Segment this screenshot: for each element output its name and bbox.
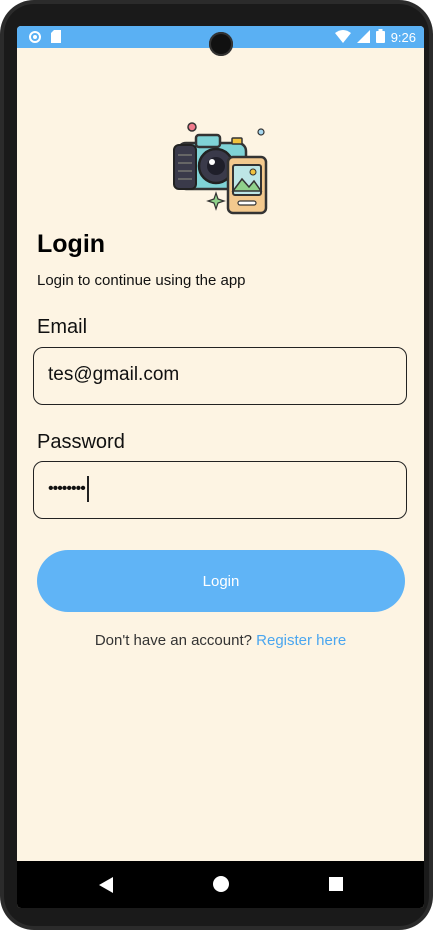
password-value-wrap: ••••••••	[48, 476, 89, 502]
login-button[interactable]: Login	[37, 550, 405, 612]
navigation-bar	[17, 861, 424, 908]
front-camera	[209, 32, 233, 56]
camera-phone-illustration	[172, 119, 272, 215]
register-link[interactable]: Register here	[256, 632, 346, 649]
password-label: Password	[37, 431, 125, 453]
phone-bezel: 9:26 Login Login to continue using the a…	[4, 4, 429, 926]
page-title: Login	[37, 230, 106, 258]
page-subtitle: Login to continue using the app	[37, 272, 246, 289]
email-field[interactable]: tes@gmail.com	[33, 347, 407, 405]
home-icon[interactable]	[213, 876, 229, 892]
email-value: tes@gmail.com	[48, 364, 180, 385]
recents-icon[interactable]	[329, 877, 343, 891]
email-label: Email	[37, 316, 88, 338]
signal-icon	[356, 29, 370, 46]
app-screen: 9:26 Login Login to continue using the a…	[17, 26, 424, 908]
wifi-icon	[334, 29, 351, 46]
password-field[interactable]: ••••••••	[33, 461, 407, 519]
text-cursor	[86, 476, 89, 502]
battery-icon	[375, 29, 385, 46]
settings-dot-icon	[29, 30, 41, 48]
register-prompt-text: Don't have an account?	[94, 632, 252, 649]
back-icon[interactable]	[99, 877, 113, 893]
phone-frame: 9:26 Login Login to continue using the a…	[0, 0, 433, 930]
password-value: ••••••••	[48, 480, 86, 498]
clock: 9:26	[390, 30, 416, 45]
register-prompt: Don't have an account? Register here	[17, 632, 424, 649]
sim-card-icon	[51, 30, 61, 48]
